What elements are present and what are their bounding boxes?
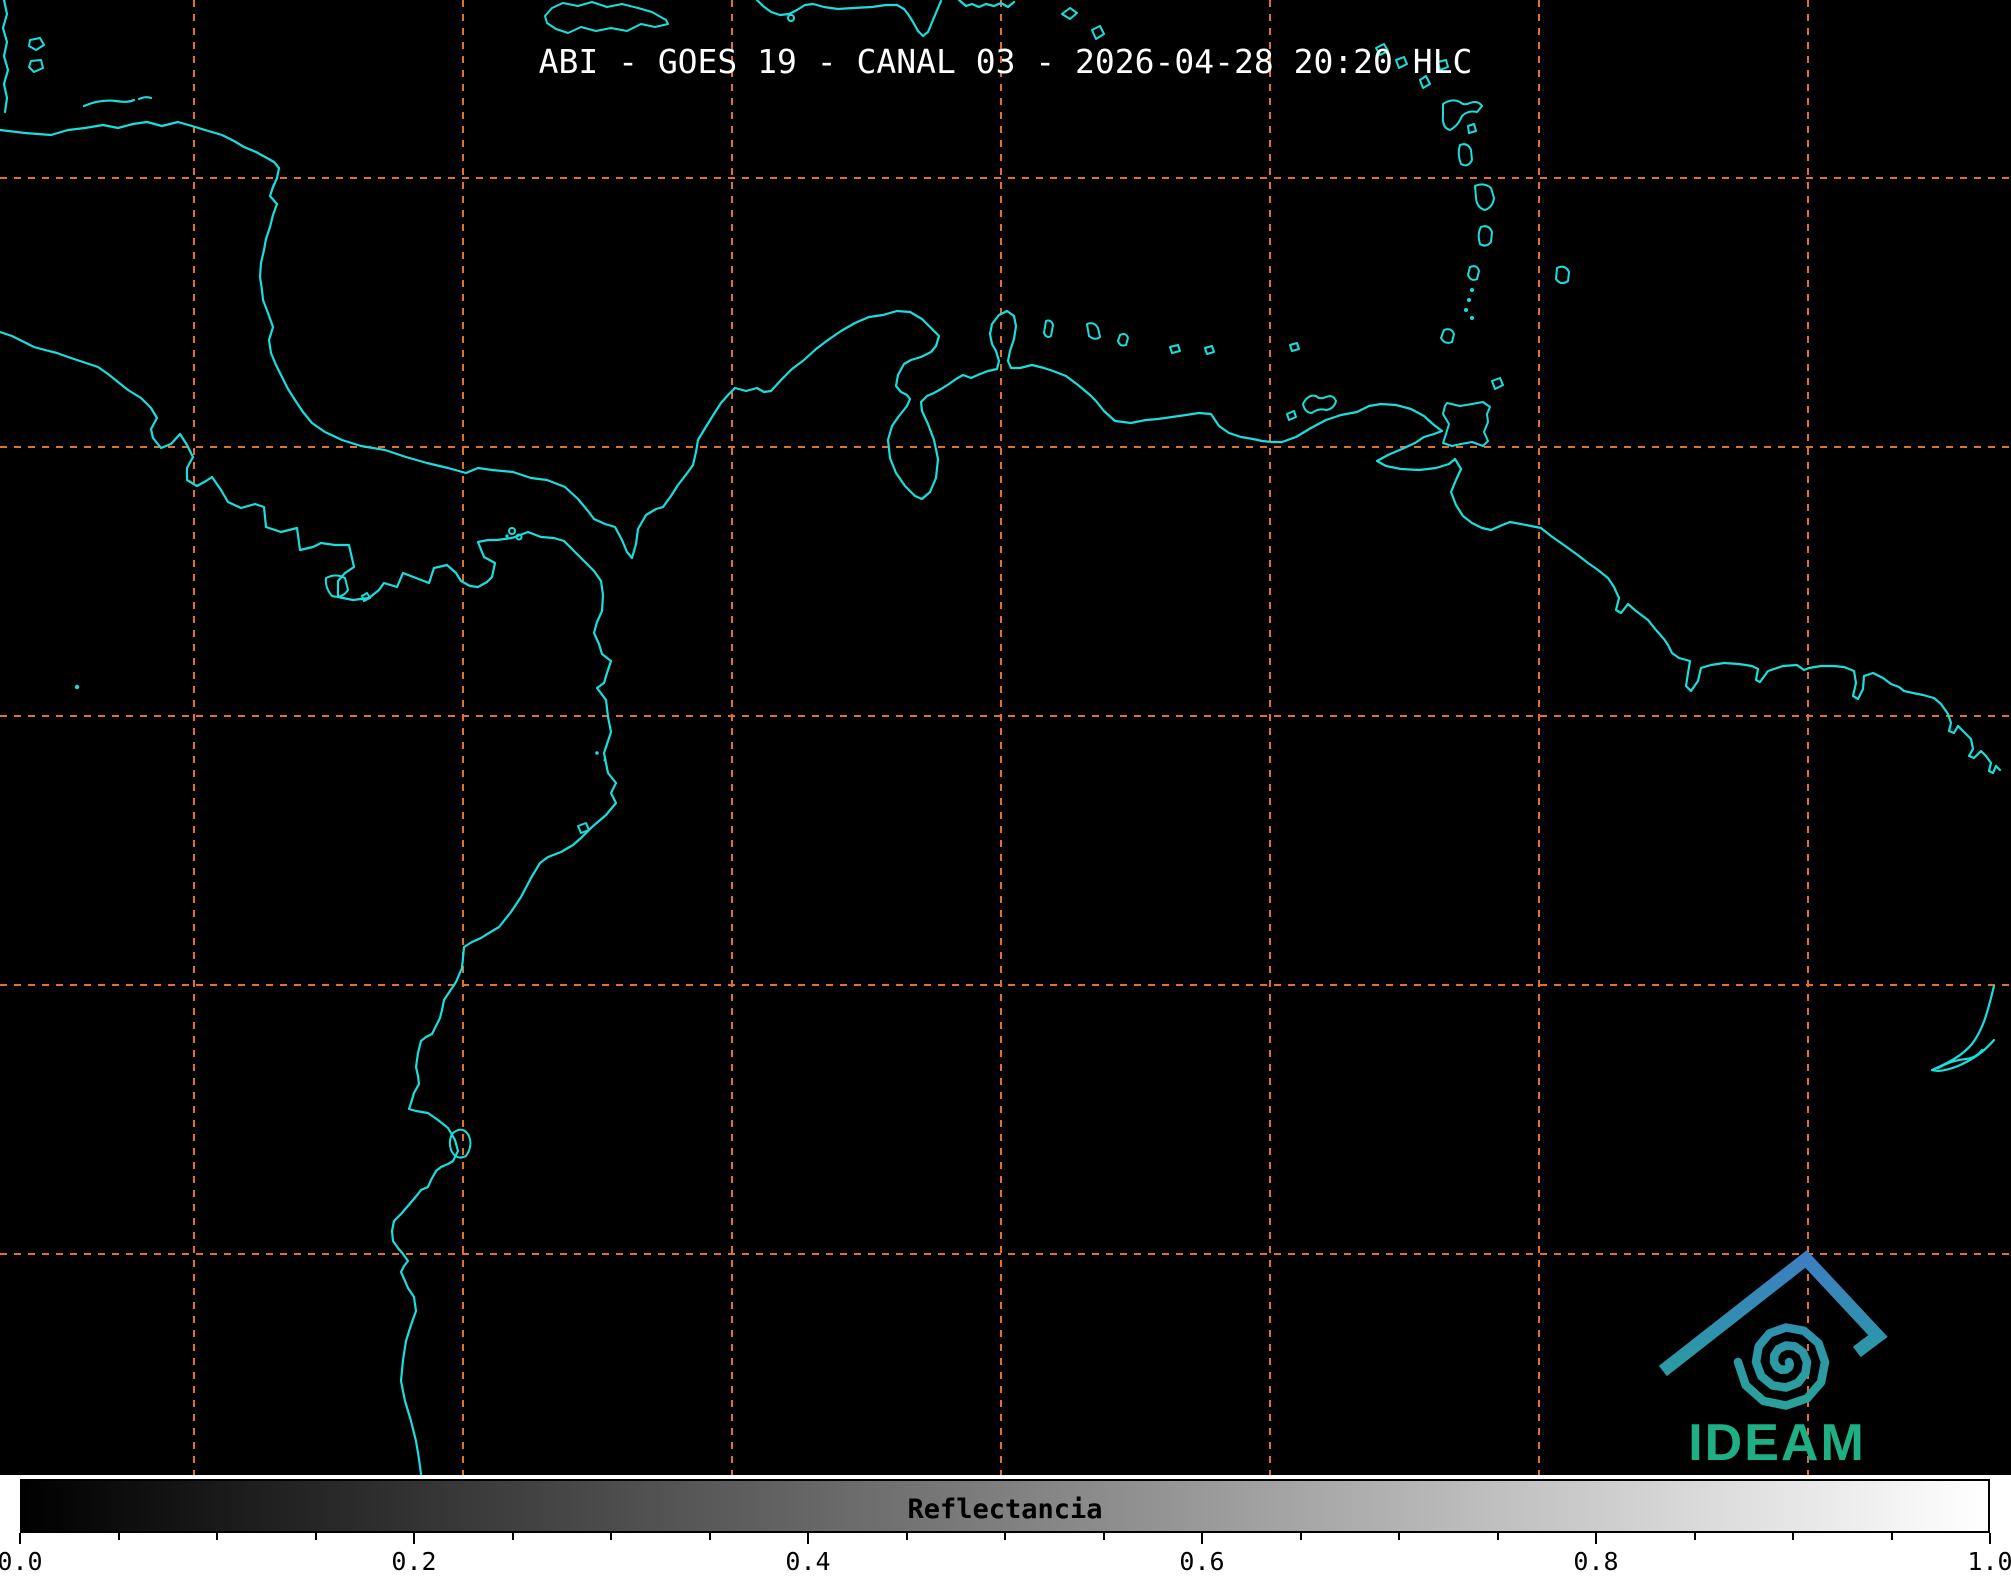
map-canvas: IDEAM ABI - GOES 19 - CANAL 03 - 2026-04…: [0, 0, 2011, 1475]
ideam-logo: IDEAM: [1658, 1250, 1888, 1472]
colorbar-label: Reflectancia: [907, 1494, 1103, 1525]
colorbar-major-tick: [19, 1533, 21, 1544]
colorbar-major-tick: [807, 1533, 809, 1544]
colorbar-tick-label: 0.2: [391, 1547, 437, 1576]
colorbar-minor-tick: [1693, 1533, 1696, 1540]
colorbar-minor-tick: [314, 1533, 317, 1540]
graticule-gridlines: [0, 0, 2011, 1475]
colorbar-major-tick: [1595, 1533, 1597, 1544]
logo-spiral: [1733, 1323, 1830, 1410]
colorbar-tick-label: 0.6: [1179, 1547, 1225, 1576]
colorbar-minor-tick: [1792, 1533, 1794, 1540]
colorbar-tick-label: 0.4: [785, 1547, 831, 1576]
colorbar-minor-tick: [511, 1533, 514, 1540]
colorbar-major-tick: [1201, 1533, 1203, 1544]
logo-text: IDEAM: [1688, 1414, 1866, 1472]
colorbar-gradient: Reflectancia: [20, 1479, 1990, 1533]
colorbar-tick-labels: 0.0 0.2 0.4 0.6 0.8 1.0: [0, 1547, 2011, 1576]
colorbar-tick-label: 0.8: [1573, 1547, 1619, 1576]
colorbar-minor-tick: [216, 1533, 218, 1540]
colorbar-minor-tick: [1102, 1533, 1105, 1540]
colorbar-tick-label: 0.0: [0, 1547, 43, 1576]
colorbar-minor-tick: [1299, 1533, 1302, 1540]
colorbar-minor-tick: [708, 1533, 711, 1540]
colorbar-minor-tick: [117, 1533, 120, 1540]
colorbar-minor-tick: [1890, 1533, 1893, 1540]
colorbar-minor-tick: [905, 1533, 908, 1540]
colorbar-tick-label: 1.0: [1967, 1547, 2011, 1576]
colorbar-major-tick: [413, 1533, 415, 1544]
satellite-image-viewer: { "window": { "width": 2011, "height": 1…: [0, 0, 2011, 1577]
colorbar-panel: Reflectancia 0.0 0.2 0.4 0.6 0.8 1.0: [0, 1475, 2011, 1577]
map-layers: IDEAM: [0, 0, 2011, 1475]
colorbar-minor-tick: [1496, 1533, 1499, 1540]
colorbar-major-tick: [1989, 1533, 1991, 1544]
colorbar-ticks: [19, 1533, 1991, 1547]
map-title: ABI - GOES 19 - CANAL 03 - 2026-04-28 20…: [538, 42, 1473, 81]
colorbar-minor-tick: [1004, 1533, 1006, 1540]
colorbar-minor-tick: [610, 1533, 612, 1540]
colorbar-minor-tick: [1398, 1533, 1400, 1540]
